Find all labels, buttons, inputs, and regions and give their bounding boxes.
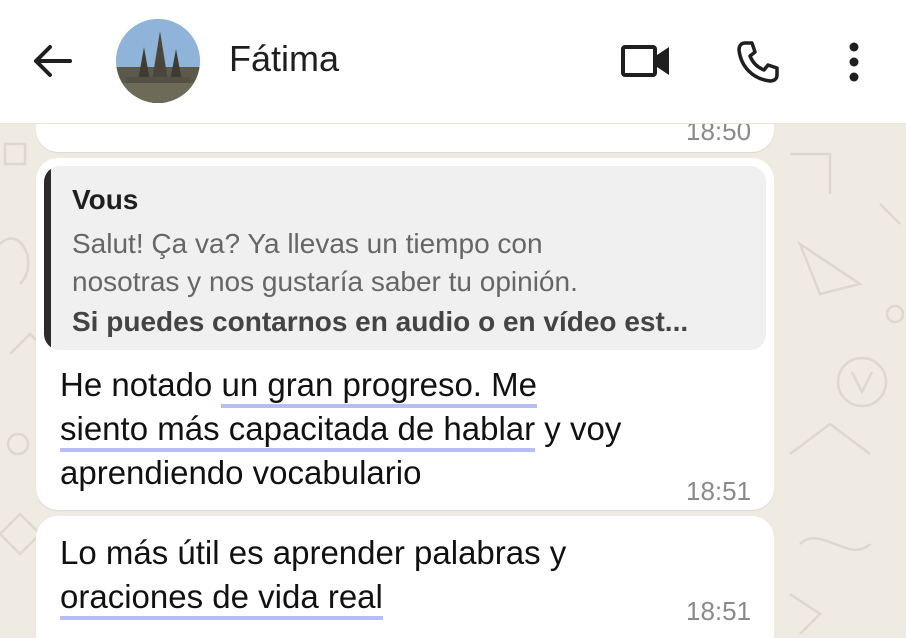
back-button[interactable]: [28, 40, 76, 82]
vertical-dots-icon: [849, 42, 859, 82]
message-text-line: Lo más útil es aprender palabras y: [60, 534, 567, 571]
video-call-button[interactable]: [618, 38, 674, 84]
message-text-line: siento más capacitada de hablar y voy: [60, 410, 622, 452]
message-text-line: He notado un gran progreso. Me: [60, 366, 537, 408]
highlighted-text: siento más capacitada de hablar: [60, 410, 536, 452]
voice-call-button[interactable]: [732, 36, 784, 88]
quoted-message[interactable]: Vous Salut! Ça va? Ya llevas un tiempo c…: [44, 166, 766, 350]
message-text-line: oraciones de vida real: [60, 578, 383, 620]
message-time: 18:51: [686, 596, 752, 626]
quote-text-line: Si puedes contarnos en audio o en vídeo …: [72, 306, 689, 337]
message-text: He notado: [60, 366, 222, 403]
message-text: y voy: [535, 410, 622, 447]
previous-message-bubble[interactable]: 18:50: [36, 116, 774, 152]
phone-icon: [737, 41, 779, 83]
message-text-line: aprendiendo vocabulario: [60, 454, 422, 491]
highlighted-text: oraciones de vida real: [60, 578, 383, 620]
quote-author: Vous: [72, 184, 139, 215]
quote-bar: [44, 166, 51, 350]
contact-name[interactable]: Fátima: [229, 38, 339, 80]
video-camera-icon: [621, 45, 669, 77]
temple-image: [116, 19, 200, 103]
highlighted-text: un gran progreso. Me: [221, 366, 537, 408]
avatar[interactable]: [116, 19, 200, 103]
message-time: 18:51: [686, 476, 752, 506]
chat-header: Fátima: [0, 0, 906, 124]
quote-text-line: Salut! Ça va? Ya llevas un tiempo con: [72, 228, 543, 259]
more-options-button[interactable]: [836, 36, 872, 88]
arrow-left-icon: [34, 45, 72, 77]
quote-text-line: nosotras y nos gustaría saber tu opinión…: [72, 266, 578, 297]
